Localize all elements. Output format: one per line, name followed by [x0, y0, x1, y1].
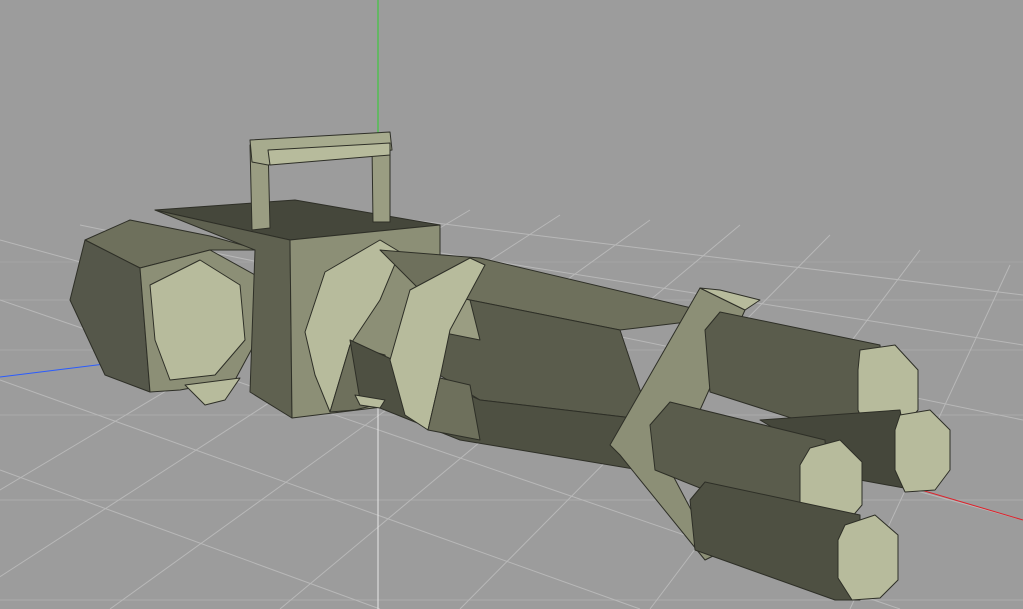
barrel-bottom-end [837, 514, 899, 601]
barrel-right-end [894, 409, 951, 493]
3d-viewport[interactable] [0, 0, 1023, 609]
